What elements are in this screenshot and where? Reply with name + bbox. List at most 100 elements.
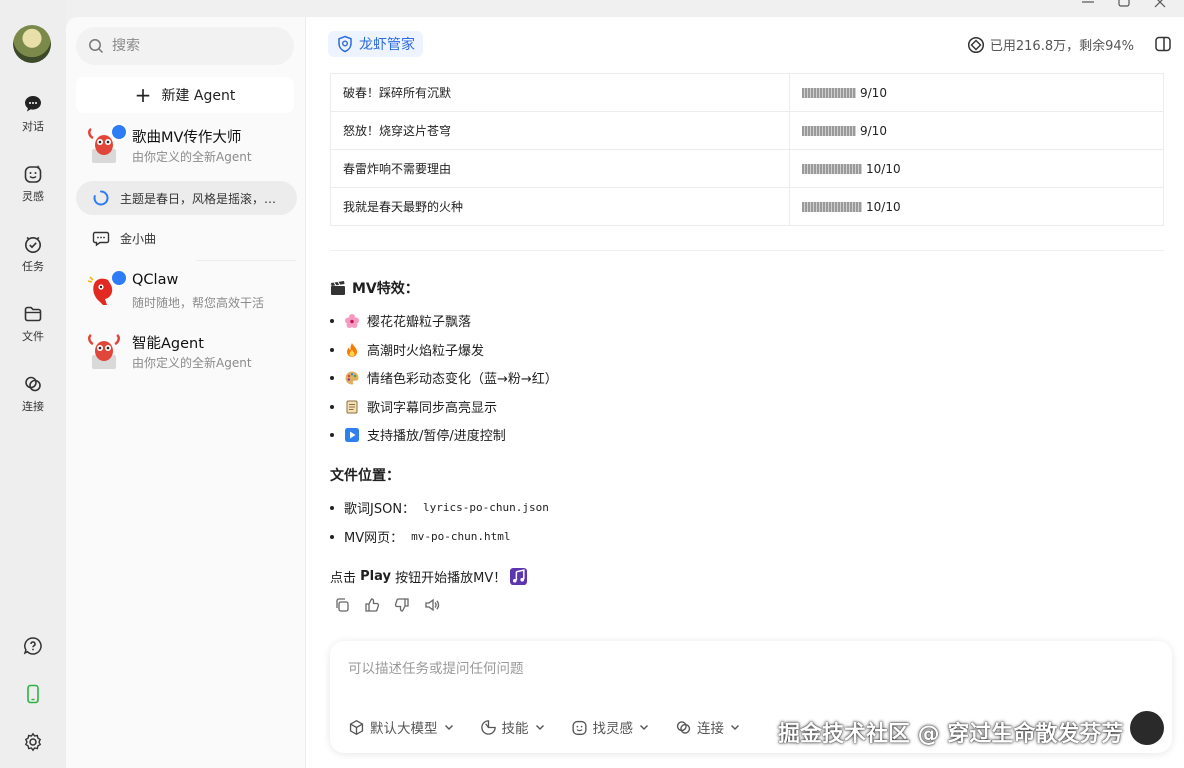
side-panel-toggle-icon[interactable] (1154, 35, 1172, 53)
new-agent-label: 新建 Agent (161, 88, 236, 104)
effect-text: 樱花花瓣粒子飘落 (367, 315, 472, 330)
agent-name: 歌曲MV传作大师 (132, 130, 242, 146)
quota-indicator[interactable]: 已用216.8万，剩余94% (967, 35, 1134, 54)
minimize-icon[interactable] (1082, 0, 1094, 8)
agent-desc: 由你定义的全新Agent (132, 150, 252, 164)
effects-heading: MV特效： (330, 278, 419, 298)
agent-name: 智能Agent (132, 336, 204, 352)
user-avatar[interactable] (13, 25, 51, 63)
help-button[interactable] (0, 636, 66, 660)
agent-name: QClaw (132, 272, 179, 288)
bullet (330, 505, 334, 510)
music-notes-icon (510, 568, 528, 585)
table-row: 破春！踩碎所有沉默 9/10 (330, 73, 1164, 112)
lyric-cell: 春雷炸响不需要理由 (330, 149, 790, 188)
chat-input[interactable] (346, 655, 1150, 689)
palette-icon (345, 371, 359, 384)
list-item: 樱花花瓣粒子飘落 (330, 311, 471, 330)
lyric-cell: 破春！踩碎所有沉默 (330, 73, 790, 112)
phone-button[interactable] (0, 684, 66, 708)
send-button[interactable] (1130, 711, 1164, 745)
closing-suffix: 按钮开始播放MV！ (390, 571, 507, 586)
bullet (330, 404, 334, 409)
loading-spinner-icon (93, 190, 109, 206)
score-cell: 9/10 (789, 111, 1164, 150)
score-bar (802, 88, 856, 98)
window-controls (1082, 0, 1184, 10)
file-label: 歌词JSON： (344, 502, 416, 517)
search-box[interactable] (76, 27, 294, 65)
maximize-icon[interactable] (1118, 0, 1130, 8)
agent-item-qclaw[interactable]: QClaw 随时随地，帮您高效干活 (76, 269, 294, 319)
tool-label: 连接 (697, 721, 724, 737)
score-text: 10/10 (866, 161, 901, 176)
smile-spark-icon (571, 720, 587, 735)
session-title: 主题是春日，风格是摇滚，… (120, 191, 277, 206)
skill-leaf-icon (480, 719, 496, 735)
lobster-avatar-icon (88, 333, 120, 369)
shield-bot-icon (338, 35, 352, 53)
inspiration-selector[interactable]: 找灵感 (571, 717, 650, 737)
bullet (330, 318, 334, 323)
tool-label: 默认大模型 (370, 721, 438, 737)
effect-text: 歌词字幕同步高亮显示 (367, 401, 498, 416)
agent-desc: 随时随地，帮您高效干活 (132, 296, 265, 310)
session-item[interactable]: 金小曲 (76, 221, 297, 255)
lyrics-score-table: 破春！踩碎所有沉默 9/10 怒放！烧穿这片苍穹 9/10 春雷炸响不需要理由 10/10… (330, 73, 1164, 226)
rail-item-inspiration[interactable]: 灵感 (0, 164, 66, 204)
sidebar-divider (196, 260, 296, 261)
score-bar (802, 126, 856, 136)
file-path[interactable]: lyrics-po-chun.json (423, 501, 549, 514)
nav-rail: 对话 灵感 任务 文件 连接 (0, 0, 66, 768)
agent-tag[interactable]: 龙虾管家 (328, 31, 423, 57)
session-sidebar: + 新建 Agent 歌曲MV传作大师 由你定义的全新Agent 主题是春日，风… (66, 17, 306, 768)
rail-label: 文件 (22, 330, 44, 343)
rail-item-chat[interactable]: 对话 (0, 94, 66, 134)
closing-prefix: 点击 (330, 571, 361, 586)
file-path[interactable]: mv-po-chun.html (411, 530, 510, 543)
link-rings-icon (25, 376, 41, 392)
list-item: 支持播放/暂停/进度控制 (330, 425, 506, 444)
input-toolbar: 默认大模型 技能 找灵感 连接 (348, 717, 740, 737)
chevron-down-icon (444, 725, 453, 730)
session-item-active[interactable]: 主题是春日，风格是摇滚，… (76, 181, 297, 215)
close-icon[interactable] (1154, 0, 1166, 8)
agent-item-smart-agent[interactable]: 智能Agent 由你定义的全新Agent (76, 329, 294, 379)
lyric-cell: 我就是春天最野的火种 (330, 187, 790, 226)
agent-tag-label: 龙虾管家 (359, 37, 415, 53)
list-item: 情绪色彩动态变化（蓝→粉→红） (330, 368, 558, 387)
chat-bubble-icon (25, 96, 41, 112)
session-title: 金小曲 (120, 231, 157, 246)
task-check-icon (25, 236, 41, 253)
thumbs-down-icon[interactable] (394, 597, 410, 613)
table-row: 我就是春天最野的火种 10/10 (330, 187, 1164, 226)
lyric-cell: 怒放！烧穿这片苍穹 (330, 111, 790, 150)
rail-item-tasks[interactable]: 任务 (0, 234, 66, 274)
quota-text: 已用216.8万，剩余94% (989, 39, 1134, 54)
score-text: 9/10 (860, 85, 887, 100)
message-actions (334, 597, 440, 613)
speaker-icon[interactable] (424, 597, 440, 613)
model-selector[interactable]: 默认大模型 (348, 717, 454, 737)
search-icon (89, 39, 104, 54)
rail-item-files[interactable]: 文件 (0, 304, 66, 344)
score-text: 9/10 (860, 123, 887, 138)
new-agent-button[interactable]: + 新建 Agent (76, 77, 294, 113)
skills-selector[interactable]: 技能 (480, 717, 545, 737)
chevron-down-icon (640, 725, 648, 730)
plus-icon: + (134, 83, 152, 107)
list-item: MV网页： mv-po-chun.html (330, 527, 510, 546)
settings-button[interactable] (0, 732, 66, 756)
search-input[interactable] (110, 37, 284, 55)
rail-label: 对话 (22, 120, 44, 133)
effects-title: MV特效： (352, 281, 419, 297)
connect-selector[interactable]: 连接 (675, 717, 740, 737)
agent-item-song-mv-master[interactable]: 歌曲MV传作大师 由你定义的全新Agent (76, 123, 294, 173)
table-row: 春雷炸响不需要理由 10/10 (330, 149, 1164, 188)
chat-main: 龙虾管家 已用216.8万，剩余94% 破春！踩碎所有沉默 9/10 怒放！烧穿这片… (306, 17, 1184, 768)
copy-icon[interactable] (334, 597, 350, 613)
rail-item-connect[interactable]: 连接 (0, 374, 66, 414)
thumbs-up-icon[interactable] (364, 597, 380, 613)
file-label: MV网页： (344, 531, 404, 546)
agent-desc: 由你定义的全新Agent (132, 356, 252, 370)
